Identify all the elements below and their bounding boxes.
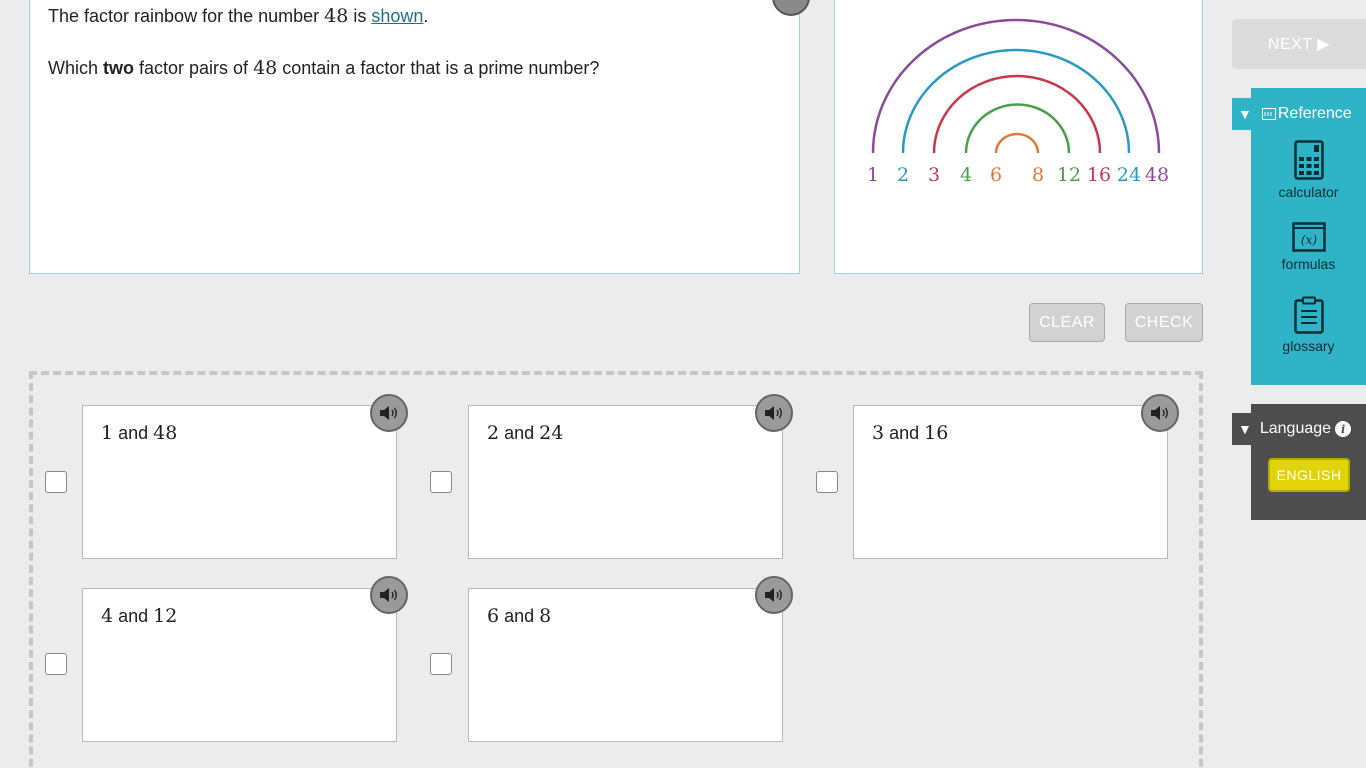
choice-card-1[interactable]: 1 and 48 xyxy=(82,405,397,559)
reference-book-icon xyxy=(1261,108,1276,120)
question-text: . xyxy=(423,6,429,26)
choice-checkbox-2[interactable] xyxy=(430,471,452,493)
rainbow-arc-4-12 xyxy=(964,103,1071,154)
choice-number: 6 xyxy=(487,605,500,627)
choice-5-audio-button[interactable] xyxy=(755,576,793,614)
rainbow-label: 12 xyxy=(1057,164,1081,186)
rainbow-label: 8 xyxy=(1032,164,1044,186)
calculator-icon xyxy=(1293,140,1324,180)
choice-card-4[interactable]: 4 and 12 xyxy=(82,588,397,742)
svg-text:(x): (x) xyxy=(1300,233,1316,247)
question-text: is xyxy=(348,6,372,26)
choice-and: and xyxy=(504,423,535,443)
number-48: 48 xyxy=(253,57,278,79)
choice-number: 48 xyxy=(153,422,178,444)
speaker-icon xyxy=(380,588,397,602)
choice-4-audio-button[interactable] xyxy=(370,576,408,614)
choice-number: 8 xyxy=(539,605,552,627)
choice-1-audio-button[interactable] xyxy=(370,394,408,432)
collapse-triangle-icon: ▼ xyxy=(1238,106,1252,122)
number-48: 48 xyxy=(324,5,349,27)
question-line-1: The factor rainbow for the number 48 is … xyxy=(48,5,428,27)
choice-checkbox-1[interactable] xyxy=(45,471,67,493)
question-text: contain a factor that is a prime number? xyxy=(277,58,600,78)
choice-and: and xyxy=(504,606,535,626)
rainbow-label: 24 xyxy=(1117,164,1141,186)
formulas-label: formulas xyxy=(1281,256,1336,272)
question-text: The factor rainbow for the number xyxy=(48,6,325,26)
speaker-icon xyxy=(380,406,397,420)
choice-checkbox-3[interactable] xyxy=(816,471,838,493)
rainbow-label: 4 xyxy=(960,164,972,186)
choice-and: and xyxy=(118,423,149,443)
rainbow-label: 48 xyxy=(1145,164,1169,186)
choice-number: 12 xyxy=(153,605,178,627)
question-text: Which xyxy=(48,58,104,78)
reference-title: Reference xyxy=(1277,105,1352,122)
question-text: factor pairs of xyxy=(134,58,254,78)
choice-text: 3 and 16 xyxy=(872,422,948,444)
question-panel: The factor rainbow for the number 48 is … xyxy=(29,0,800,274)
rainbow-label: 3 xyxy=(928,164,940,186)
rainbow-arc-6-8 xyxy=(994,132,1040,154)
formulas-icon: (x) xyxy=(1291,222,1326,252)
choice-number: 1 xyxy=(101,422,114,444)
factor-rainbow-panel: 1 2 3 4 6 8 12 16 24 48 xyxy=(834,0,1203,274)
choice-text: 2 and 24 xyxy=(487,422,563,444)
choice-2-audio-button[interactable] xyxy=(755,394,793,432)
formulas-tool[interactable]: (x) formulas xyxy=(1251,222,1366,272)
choice-number: 4 xyxy=(101,605,114,627)
choice-card-2[interactable]: 2 and 24 xyxy=(468,405,783,559)
language-header[interactable]: ▼ Language i xyxy=(1232,413,1366,445)
clipboard-icon xyxy=(1293,296,1324,334)
choice-card-5[interactable]: 6 and 8 xyxy=(468,588,783,742)
language-title: Language xyxy=(1259,420,1332,437)
factor-rainbow-diagram: 1 2 3 4 6 8 12 16 24 48 xyxy=(867,18,1169,186)
choice-and: and xyxy=(118,606,149,626)
choice-checkbox-5[interactable] xyxy=(430,653,452,675)
shown-link[interactable]: shown xyxy=(371,6,423,26)
rainbow-label: 6 xyxy=(990,164,1002,186)
calculator-label: calculator xyxy=(1278,184,1339,200)
collapse-triangle-icon: ▼ xyxy=(1238,421,1252,437)
glossary-tool[interactable]: glossary xyxy=(1251,296,1366,354)
choice-card-3[interactable]: 3 and 16 xyxy=(853,405,1168,559)
choice-number: 16 xyxy=(924,422,949,444)
speaker-icon xyxy=(765,406,782,420)
choice-text: 6 and 8 xyxy=(487,605,551,627)
bold-two: two xyxy=(103,58,135,78)
choice-checkbox-4[interactable] xyxy=(45,653,67,675)
rainbow-label: 16 xyxy=(1087,164,1111,186)
question-line-2: Which two factor pairs of 48 contain a f… xyxy=(48,57,599,79)
choice-and: and xyxy=(889,423,920,443)
choice-3-audio-button[interactable] xyxy=(1141,394,1179,432)
speaker-icon xyxy=(765,588,782,602)
next-button[interactable]: NEXT ▶ xyxy=(1232,19,1366,69)
clear-button[interactable]: CLEAR xyxy=(1029,303,1105,342)
speaker-icon xyxy=(1151,406,1168,420)
english-language-button[interactable]: ENGLISH xyxy=(1268,458,1350,492)
calculator-tool[interactable]: calculator xyxy=(1251,140,1366,200)
glossary-label: glossary xyxy=(1282,338,1335,354)
choice-text: 4 and 12 xyxy=(101,605,177,627)
choice-text: 1 and 48 xyxy=(101,422,177,444)
choice-number: 3 xyxy=(872,422,885,444)
rainbow-arc-3-16 xyxy=(932,74,1102,154)
info-icon[interactable]: i xyxy=(1335,421,1352,437)
reference-header[interactable]: ▼ Reference xyxy=(1232,98,1366,130)
choice-number: 24 xyxy=(539,422,564,444)
rainbow-label: 2 xyxy=(897,164,909,186)
rainbow-label: 1 xyxy=(867,164,879,186)
check-button[interactable]: CHECK xyxy=(1125,303,1203,342)
choice-number: 2 xyxy=(487,422,500,444)
